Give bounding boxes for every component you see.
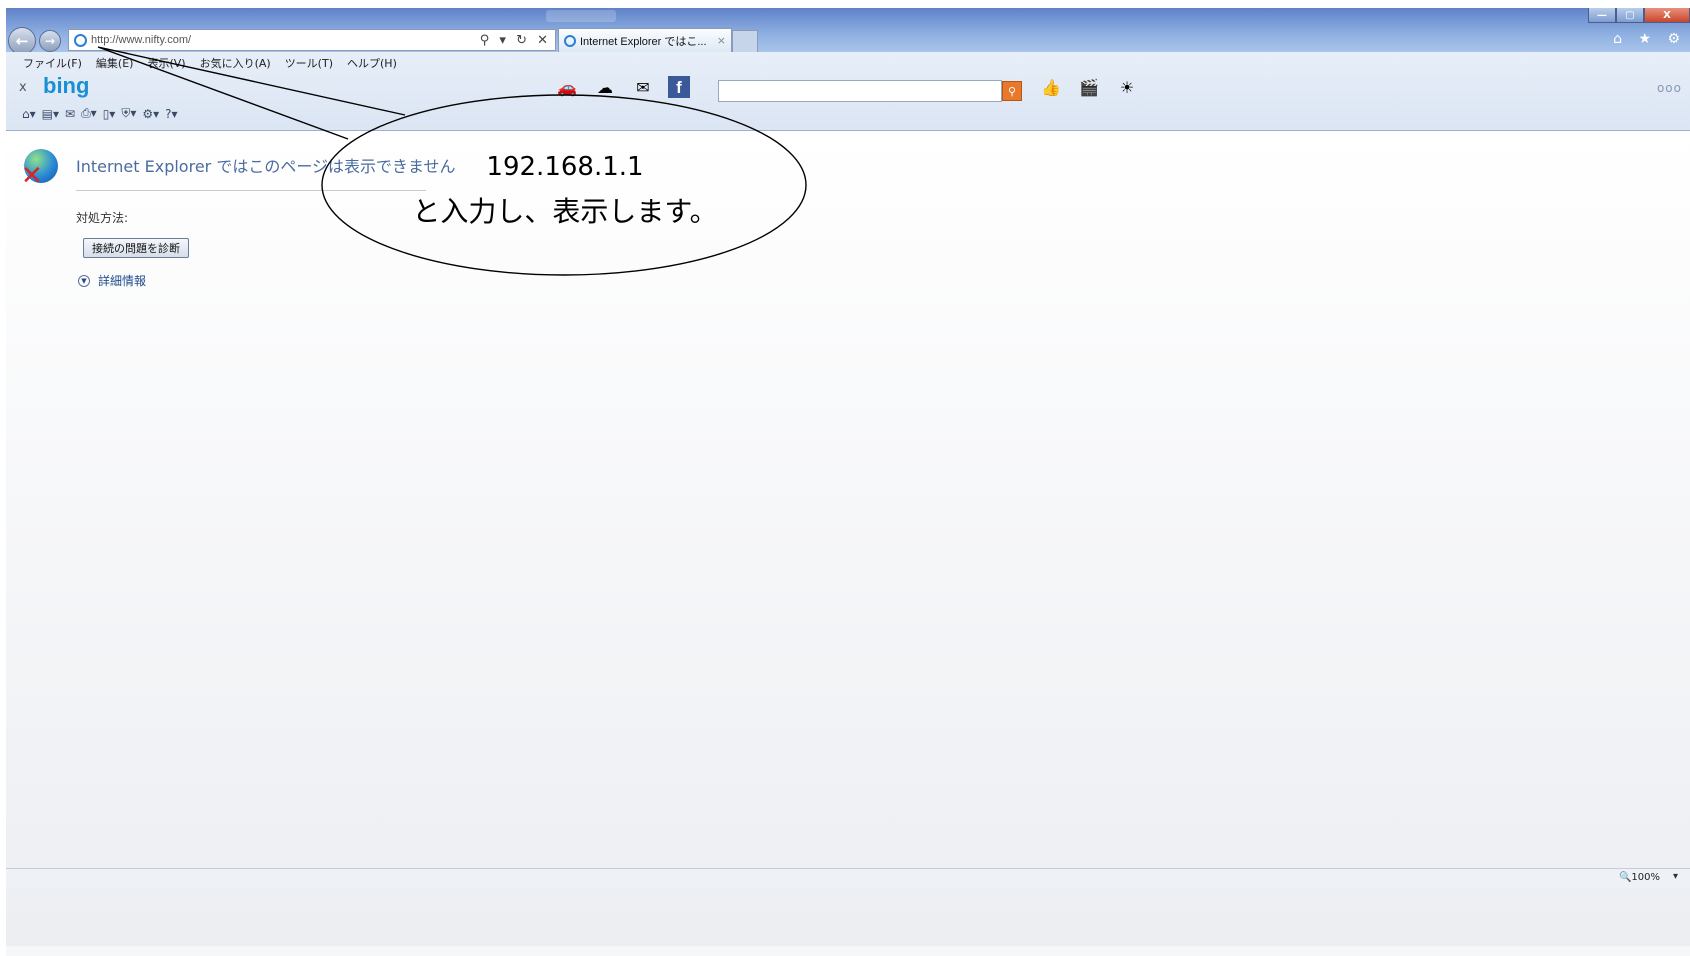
home-icon[interactable]: ⌂▾ (22, 107, 36, 121)
like-icon[interactable]: 👍 (1038, 76, 1064, 98)
facebook-icon[interactable]: f (668, 76, 690, 98)
menu-tools[interactable]: ツール(T) (285, 55, 333, 71)
error-x-icon: ✕ (21, 161, 43, 191)
print-icon[interactable]: ⎙▾ (81, 106, 97, 121)
sun-icon[interactable]: ☀ (1114, 76, 1140, 98)
bing-bar-close-icon[interactable]: x (19, 80, 27, 95)
status-bar: 🔍100% ▾ (6, 868, 1690, 889)
tab-ie-icon (564, 34, 576, 47)
new-tab-button[interactable] (732, 30, 758, 52)
chevron-down-icon: ▼ (78, 274, 90, 287)
safety-icon[interactable]: ⛨▾ (121, 106, 136, 121)
diagnose-button[interactable]: 接続の問題を診断 (83, 238, 189, 258)
address-controls[interactable]: ⚲ ▾ ↻ ✕ (480, 33, 555, 48)
callout-instruction: と入力し、表示します。 (412, 195, 718, 228)
menu-bar: ファイル(F) 編集(E) 表示(V) お気に入り(A) ツール(T) ヘルプ(… (23, 55, 397, 71)
bing-logo[interactable]: bing (43, 73, 89, 99)
menu-file[interactable]: ファイル(F) (23, 55, 82, 71)
error-page: ✕ Internet Explorer ではこのページは表示できません 対処方法… (6, 131, 1690, 946)
menu-view[interactable]: 表示(V) (147, 55, 185, 71)
callout-ip: 192.168.1.1 (486, 152, 644, 182)
home-favorites-tools-icons[interactable]: ⌂ ★ ⚙ (1613, 31, 1686, 47)
window-controls: — ▢ X (1588, 8, 1690, 23)
back-button[interactable]: ← (8, 27, 36, 55)
bing-bar: x bing 🚗 ☁ ✉ f ⚲ 👍 🎬 ☀ ooo (6, 73, 1690, 104)
tools-icon[interactable]: ⚙▾ (142, 107, 159, 121)
menu-help[interactable]: ヘルプ(H) (347, 55, 397, 71)
video-icon[interactable]: 🎬 (1076, 76, 1102, 98)
toolbars: ファイル(F) 編集(E) 表示(V) お気に入り(A) ツール(T) ヘルプ(… (6, 52, 1690, 131)
command-bar: ⌂▾ ▤▾ ✉ ⎙▾ ▯▾ ⛨▾ ⚙▾ ?▾ (22, 106, 178, 121)
bing-bar-icons: 🚗 ☁ ✉ f (554, 76, 690, 98)
tab-title: Internet Explorer ではこ... (580, 35, 707, 48)
page-title: Internet Explorer ではこのページは表示できません (76, 157, 456, 176)
minimize-button[interactable]: — (1588, 8, 1616, 23)
menu-favorites[interactable]: お気に入り(A) (200, 55, 271, 71)
howto-label: 対処方法: (76, 211, 129, 225)
search-icon: ⚲ (1007, 84, 1017, 98)
more-info-label: 詳細情報 (98, 274, 147, 288)
zoom-dropdown-icon[interactable]: ▾ (1673, 871, 1678, 882)
mail-icon[interactable]: ✉ (630, 76, 656, 98)
traffic-icon[interactable]: 🚗 (554, 76, 580, 98)
maximize-button[interactable]: ▢ (1616, 8, 1644, 23)
zoom-level[interactable]: 🔍100% (1619, 872, 1660, 883)
help-icon[interactable]: ?▾ (165, 107, 177, 121)
weather-icon[interactable]: ☁ (592, 76, 618, 98)
bing-search-input[interactable] (718, 80, 1002, 102)
browser-window: — ▢ X ← → http://www.nifty.com/ ⚲ ▾ ↻ ✕ … (6, 8, 1690, 956)
more-info-link[interactable]: ▼ 詳細情報 (78, 272, 146, 289)
forward-button[interactable]: → (39, 30, 61, 52)
ie-page-icon (74, 33, 87, 47)
title-bar: — ▢ X ← → http://www.nifty.com/ ⚲ ▾ ↻ ✕ … (6, 8, 1690, 55)
page-icon[interactable]: ▯▾ (103, 107, 116, 121)
menu-edit[interactable]: 編集(E) (96, 55, 134, 71)
bing-search-button[interactable]: ⚲ (1002, 81, 1022, 101)
close-button[interactable]: X (1644, 8, 1690, 23)
bing-more-icon[interactable]: ooo (1657, 81, 1682, 95)
title-ghost (546, 10, 616, 22)
read-mail-icon[interactable]: ✉ (65, 107, 75, 121)
address-bar[interactable]: http://www.nifty.com/ ⚲ ▾ ↻ ✕ (68, 29, 556, 51)
address-url[interactable]: http://www.nifty.com/ (91, 34, 480, 46)
tab-active[interactable]: Internet Explorer ではこ... × (558, 28, 732, 52)
bing-bar-right-icons: 👍 🎬 ☀ (1038, 76, 1140, 98)
feeds-icon[interactable]: ▤▾ (42, 107, 59, 121)
tab-close-icon[interactable]: × (717, 34, 731, 47)
divider (76, 190, 426, 191)
